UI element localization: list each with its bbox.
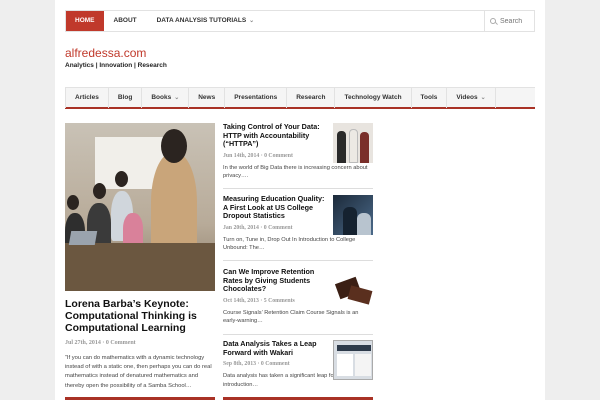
article-thumbnail[interactable]	[333, 340, 373, 380]
nav-label: Presentations	[234, 94, 278, 101]
top-nav-label: DATA ANALYSIS TUTORIALS	[156, 17, 247, 24]
nav-label: Articles	[75, 94, 99, 101]
divider	[223, 188, 373, 189]
student-figure	[123, 213, 143, 247]
top-nav-about[interactable]: ABOUT	[104, 11, 147, 31]
thumb-figure	[360, 132, 369, 163]
nav-books[interactable]: Books ⌄	[142, 88, 190, 108]
nav-label: Tools	[420, 94, 438, 101]
thumb-panel-shape	[337, 354, 353, 376]
student-head	[67, 195, 79, 210]
article-thumbnail[interactable]	[333, 123, 373, 163]
speaker-head	[161, 129, 187, 163]
nav-label: Blog	[117, 94, 133, 101]
nav-label: Books	[151, 94, 172, 101]
list-item: Measuring Education Quality: A First Loo…	[223, 194, 373, 253]
featured-title[interactable]: Lorena Barba’s Keynote: Computational Th…	[65, 298, 215, 334]
nav-videos[interactable]: Videos ⌄	[447, 88, 496, 108]
chevron-down-icon: ⌄	[174, 95, 180, 101]
featured-meta: Jul 27th, 2014 · 0 Comment	[65, 340, 136, 346]
laptop-shape	[68, 231, 98, 245]
site-tagline: Analytics | Innovation | Research	[65, 62, 167, 69]
article-thumbnail[interactable]	[333, 268, 373, 308]
nav-presentations[interactable]: Presentations	[225, 88, 288, 108]
page: HOME ABOUT DATA ANALYSIS TUTORIALS⌄ alfr…	[55, 0, 545, 400]
search-box[interactable]	[484, 11, 534, 31]
nav-label: Technology Watch	[344, 94, 402, 101]
article-excerpt: Course Signals’ Retention Claim Course S…	[223, 309, 359, 325]
nav-research[interactable]: Research	[287, 88, 336, 108]
table-shape	[65, 243, 215, 291]
search-input[interactable]	[500, 17, 534, 25]
search-icon[interactable]	[490, 18, 496, 24]
chevron-down-icon: ⌄	[480, 95, 486, 101]
article-title[interactable]: Measuring Education Quality: A First Loo…	[223, 194, 328, 221]
nav-tools[interactable]: Tools	[412, 88, 448, 108]
article-title[interactable]: Data Analysis Takes a Leap Forward with …	[223, 339, 328, 357]
student-head	[115, 171, 128, 187]
top-bar: HOME ABOUT DATA ANALYSIS TUTORIALS ⌄	[65, 10, 535, 32]
top-nav-label: HOME	[75, 17, 95, 24]
thumb-figure	[357, 213, 371, 235]
featured-excerpt: “If you can do mathematics with a dynami…	[65, 355, 212, 389]
top-nav-home[interactable]: HOME	[66, 11, 104, 31]
top-nav-label: ABOUT	[113, 17, 137, 24]
thumb-figure	[343, 207, 357, 235]
article-excerpt: In the world of Big Data there is increa…	[223, 164, 368, 180]
list-item: Can We Improve Retention Rates by Giving…	[223, 267, 373, 326]
thumb-panel-shape	[355, 354, 371, 376]
nav-articles[interactable]: Articles	[65, 88, 109, 108]
nav-blog[interactable]: Blog	[109, 88, 143, 108]
thumb-figure	[349, 129, 358, 163]
nav-technology-watch[interactable]: Technology Watch	[335, 88, 412, 108]
article-thumbnail[interactable]	[333, 195, 373, 235]
nav-news[interactable]: News	[189, 88, 226, 108]
nav-label: Videos	[456, 94, 478, 101]
top-nav: HOME ABOUT DATA ANALYSIS TUTORIALS ⌄	[66, 11, 264, 31]
featured-image[interactable]	[65, 123, 215, 291]
list-item: Data Analysis Takes a Leap Forward with …	[223, 339, 373, 389]
article-excerpt: Turn on, Tune in, Drop Out In Introducti…	[223, 236, 356, 252]
site-title[interactable]: alfredessa.com	[65, 46, 146, 60]
thumb-figure	[337, 131, 346, 163]
chocolate-shape	[347, 285, 373, 305]
nav-label: Research	[296, 94, 326, 101]
top-nav-data-analysis-tutorials[interactable]: DATA ANALYSIS TUTORIALS ⌄	[147, 11, 265, 31]
main-nav: Articles Blog Books ⌄ News Presentations …	[65, 87, 535, 109]
article-title[interactable]: Can We Improve Retention Rates by Giving…	[223, 267, 328, 294]
chevron-down-icon: ⌄	[249, 18, 255, 24]
divider	[223, 334, 373, 335]
student-head	[93, 183, 106, 199]
divider	[223, 260, 373, 261]
list-item: Taking Control of Your Data: HTTP with A…	[223, 122, 373, 181]
thumb-toolbar-shape	[337, 345, 371, 351]
article-title[interactable]: Taking Control of Your Data: HTTP with A…	[223, 122, 328, 149]
nav-label: News	[198, 94, 216, 101]
